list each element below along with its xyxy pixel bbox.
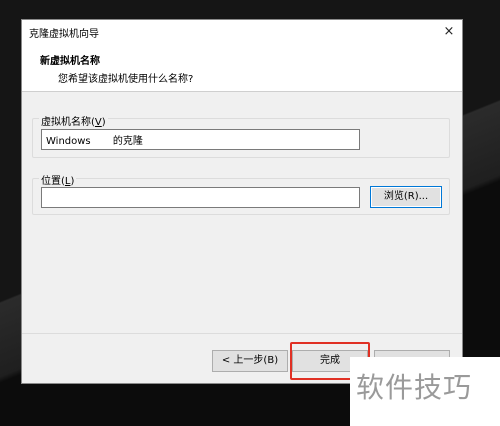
vm-name-label: 虚拟机名称(V) <box>39 113 108 128</box>
clone-vm-wizard-dialog: 克隆虚拟机向导 × 新虚拟机名称 您希望该虚拟机使用什么名称? 虚拟机名称(V)… <box>21 19 463 384</box>
window-title: 克隆虚拟机向导 <box>29 29 99 40</box>
header-title: 新虚拟机名称 <box>40 56 100 67</box>
location-group: 位置(L) 浏览(R)... <box>32 172 450 215</box>
header-subtitle: 您希望该虚拟机使用什么名称? <box>58 74 194 85</box>
back-button[interactable]: < 上一步(B) <box>212 350 288 372</box>
wizard-header: 新虚拟机名称 您希望该虚拟机使用什么名称? <box>22 44 462 92</box>
location-input[interactable] <box>41 187 360 208</box>
vm-name-input[interactable] <box>41 129 360 150</box>
vm-name-group: 虚拟机名称(V) <box>32 113 450 158</box>
location-label: 位置(L) <box>39 172 77 187</box>
title-bar: 克隆虚拟机向导 × <box>22 20 462 44</box>
close-icon[interactable]: × <box>438 21 460 43</box>
watermark-text: 软件技巧 <box>356 371 473 404</box>
browse-button[interactable]: 浏览(R)... <box>370 186 442 208</box>
button-separator <box>22 333 462 334</box>
